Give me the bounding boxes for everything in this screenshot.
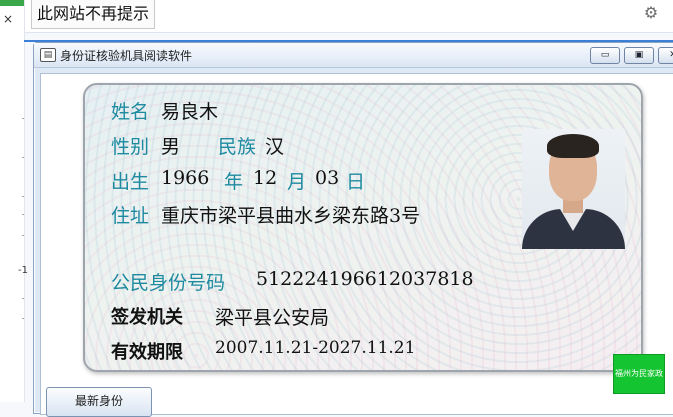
birth-month: 12 (253, 167, 278, 189)
gender-label: 性别 (111, 136, 150, 158)
left-panel-guide (22, 318, 24, 319)
month-label: 月 (287, 171, 307, 193)
left-panel-guide (22, 196, 24, 197)
left-panel-guide (22, 235, 24, 236)
left-panel-strip: × -1 (0, 0, 28, 402)
year-label: 年 (224, 171, 244, 193)
portrait-hair (547, 134, 599, 158)
ethnicity-value: 汉 (265, 136, 285, 158)
name-value: 易良木 (161, 101, 219, 123)
left-panel-marker: -1 (18, 265, 28, 276)
app-icon: ▤ (40, 48, 56, 62)
close-window-button[interactable]: ✕ (658, 47, 673, 64)
left-panel-accent (0, 0, 24, 6)
promo-badge-button[interactable]: 福州为民家政 (613, 354, 665, 394)
validity-value: 2007.11.21-2027.11.21 (215, 338, 416, 358)
day-label: 日 (346, 171, 366, 193)
dont-show-again-button[interactable]: 此网站不再提示 (31, 0, 156, 29)
close-icon[interactable]: × (3, 12, 13, 26)
left-panel-guide (22, 214, 24, 215)
left-panel-guide (22, 118, 24, 119)
minimize-button[interactable]: ▭ (590, 47, 620, 64)
id-card: 姓名 易良木 性别 男 民族 汉 出生 1966 年 12 月 03 日 住址 … (83, 83, 643, 372)
gear-icon[interactable]: ⚙ (642, 4, 660, 22)
id-number-value: 512224196612037818 (256, 268, 474, 290)
app-titlebar[interactable]: ▤ 身份证核验机具阅读软件 ▭ ▣ ✕ (34, 43, 673, 68)
maximize-button[interactable]: ▣ (624, 47, 654, 64)
address-value: 重庆市梁平县曲水乡梁东路3号 (161, 205, 421, 227)
read-card-button[interactable]: 最新身份 (46, 387, 152, 417)
gender-value: 男 (161, 136, 181, 158)
issuer-label: 签发机关 (111, 307, 183, 328)
name-label: 姓名 (111, 101, 150, 123)
left-panel-guide (22, 298, 24, 299)
portrait-photo (522, 129, 625, 249)
birth-day: 03 (315, 167, 340, 189)
validity-label: 有效期限 (111, 342, 183, 363)
address-label: 住址 (111, 205, 150, 227)
left-panel-guide (22, 157, 24, 158)
id-number-label: 公民身份号码 (111, 272, 226, 294)
ethnicity-label: 民族 (218, 136, 257, 158)
issuer-value: 梁平县公安局 (215, 307, 330, 329)
birth-year: 1966 (161, 167, 210, 189)
app-title: 身份证核验机具阅读软件 (60, 49, 193, 63)
birth-label: 出生 (111, 171, 150, 193)
